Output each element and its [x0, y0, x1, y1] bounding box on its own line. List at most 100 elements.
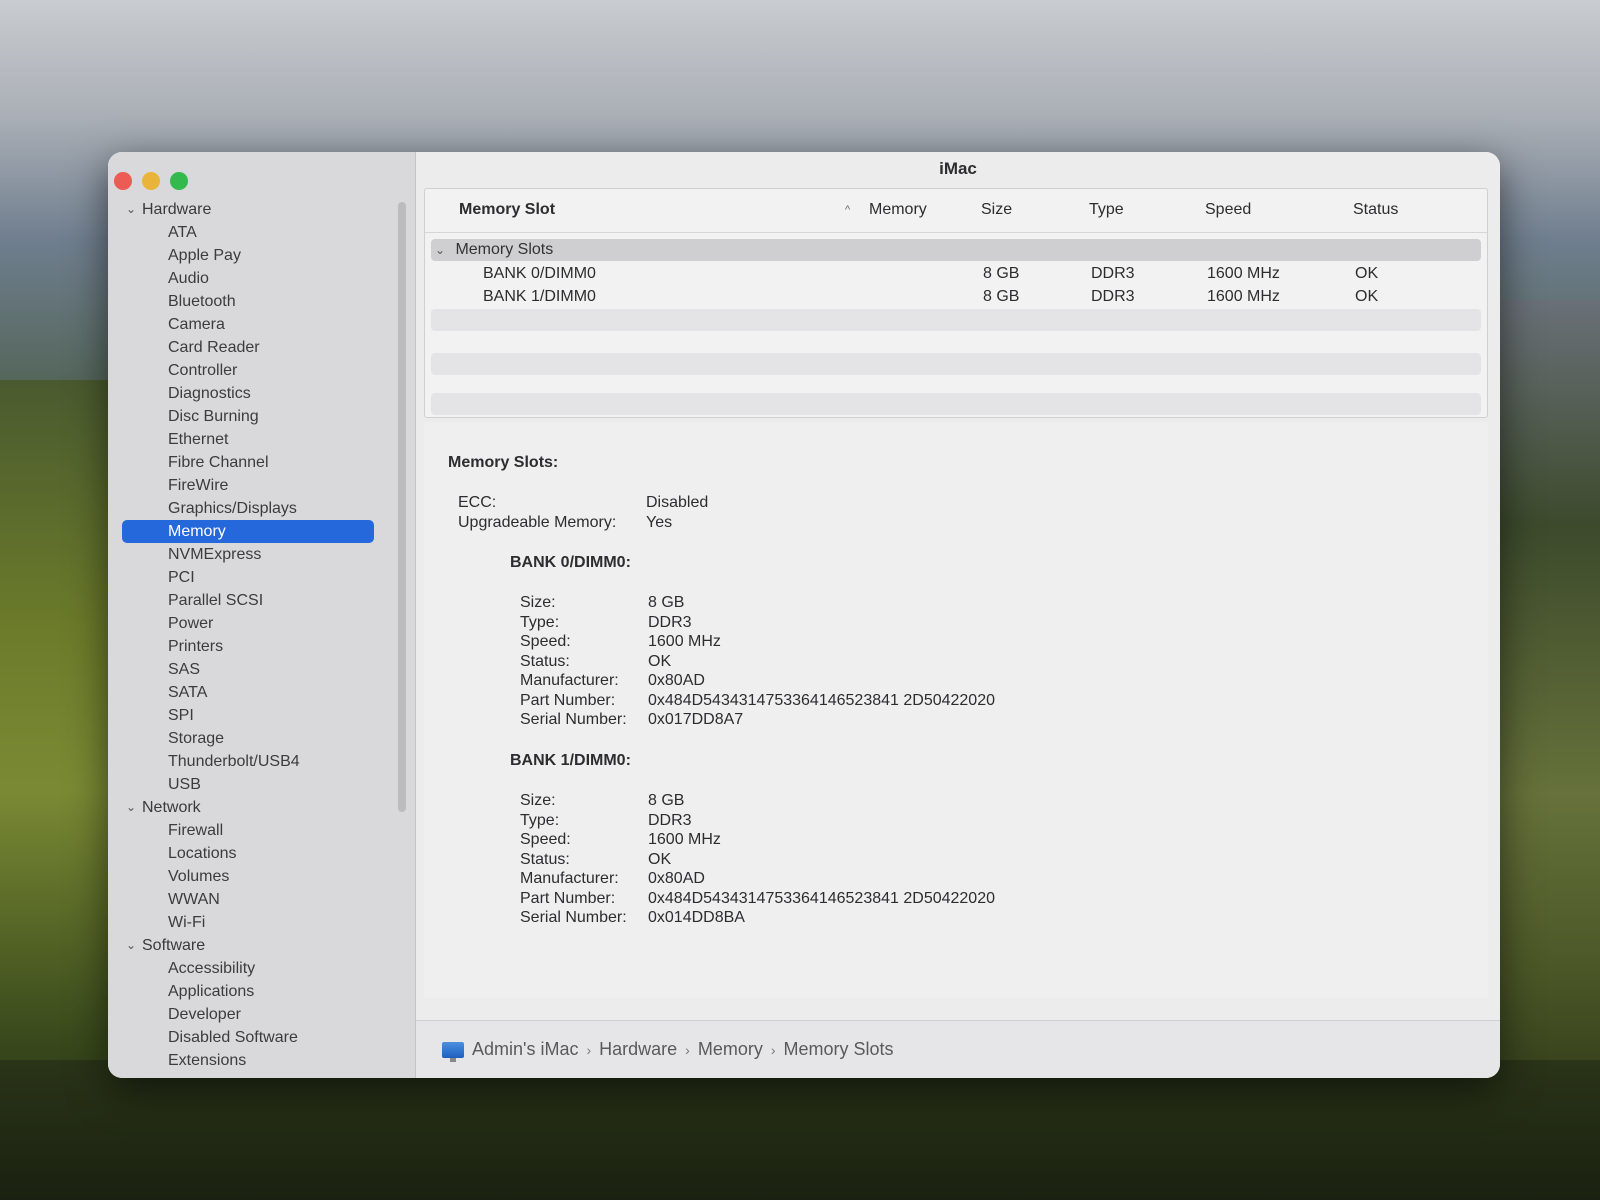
ecc-row: ECC: Disabled [458, 494, 708, 512]
table-group-memory-slots[interactable]: ⌄ Memory Slots [431, 239, 1481, 261]
col-size[interactable]: Size [981, 201, 1012, 219]
sidebar-item-sas[interactable]: SAS [122, 658, 402, 681]
field-value: 1600 MHz [648, 831, 721, 848]
col-speed[interactable]: Speed [1205, 201, 1251, 219]
col-type[interactable]: Type [1089, 201, 1124, 219]
chevron-down-icon[interactable]: ⌄ [126, 198, 142, 221]
sidebar-item-card-reader[interactable]: Card Reader [122, 336, 402, 359]
path-bar: Admin's iMac › Hardware › Memory › Memory Slot… [416, 1020, 1500, 1078]
table-row[interactable]: BANK 0/DIMM0 8 GB DDR3 1600 MHz OK [425, 263, 1489, 285]
path-item[interactable]: Admin's iMac [472, 1039, 578, 1060]
sidebar-item-controller[interactable]: Controller [122, 359, 402, 382]
bank-field-row: Part Number: 0x484D5434314753364146523841… [520, 890, 995, 908]
sidebar-item-firewire[interactable]: FireWire [122, 474, 402, 497]
chevron-down-icon: ⌄ [435, 243, 446, 257]
sidebar-item-storage[interactable]: Storage [122, 727, 402, 750]
col-memory[interactable]: Memory [869, 201, 927, 219]
bank-field-row: Type: DDR3 [520, 812, 692, 830]
sidebar-list: ⌄ Hardware ATA Apple Pay Audio Bluetooth Camer… [122, 198, 402, 1072]
field-label: Manufacturer: [520, 870, 619, 887]
cell-size: 8 GB [983, 288, 1020, 305]
field-label: Status: [520, 652, 570, 670]
sidebar-item-usb[interactable]: USB [122, 773, 402, 796]
ecc-value: Disabled [646, 494, 709, 511]
bank-field-row: Manufacturer: 0x80AD [520, 672, 705, 690]
field-value: 0x017DD8A7 [648, 711, 744, 728]
sidebar-group-network[interactable]: ⌄ Network [122, 796, 402, 819]
path-item[interactable]: Hardware [599, 1039, 677, 1060]
sidebar-item-nvmexpress[interactable]: NVMExpress [122, 543, 402, 566]
sidebar-item-developer[interactable]: Developer [122, 1003, 402, 1026]
window-controls [114, 172, 188, 190]
bank-field-row: Status: OK [520, 653, 671, 671]
sidebar-item-applications[interactable]: Applications [122, 980, 402, 1003]
bank-title: BANK 1/DIMM0: [510, 752, 631, 769]
cell-speed: 1600 MHz [1207, 288, 1280, 305]
sidebar-group-hardware[interactable]: ⌄ Hardware [122, 198, 402, 221]
field-label: Status: [520, 850, 570, 868]
field-label: Type: [520, 613, 560, 631]
field-label: Part Number: [520, 691, 616, 709]
sidebar-item-sata[interactable]: SATA [122, 681, 402, 704]
cell-slot: BANK 1/DIMM0 [483, 288, 596, 305]
sidebar-item-parallel-scsi[interactable]: Parallel SCSI [122, 589, 402, 612]
sidebar: ⌄ Hardware ATA Apple Pay Audio Bluetooth Camer… [108, 152, 416, 1078]
cell-size: 8 GB [983, 265, 1020, 282]
empty-row [431, 353, 1481, 375]
field-value: OK [648, 652, 672, 670]
chevron-right-icon: › [685, 1041, 690, 1058]
sidebar-item-apple-pay[interactable]: Apple Pay [122, 244, 402, 267]
sidebar-item-diagnostics[interactable]: Diagnostics [122, 382, 402, 405]
field-label: Type: [520, 811, 560, 829]
upgradeable-label: Upgradeable Memory: [458, 514, 617, 531]
sidebar-item-wwan[interactable]: WWAN [122, 888, 402, 911]
close-button[interactable] [114, 172, 132, 190]
field-label: Speed: [520, 831, 571, 848]
sidebar-item-memory[interactable]: Memory [122, 520, 374, 543]
path-item[interactable]: Memory Slots [784, 1039, 894, 1060]
field-value: 0x014DD8BA [648, 909, 745, 926]
sidebar-group-software[interactable]: ⌄ Software [122, 934, 402, 957]
sidebar-item-ata[interactable]: ATA [122, 221, 402, 244]
sidebar-scrollbar[interactable] [398, 202, 406, 812]
minimize-button[interactable] [142, 172, 160, 190]
sidebar-item-locations[interactable]: Locations [122, 842, 402, 865]
group-label: Memory Slots [455, 241, 554, 258]
field-value: 0x80AD [648, 672, 705, 689]
sidebar-item-firewall[interactable]: Firewall [122, 819, 402, 842]
zoom-button[interactable] [170, 172, 188, 190]
detail-pane: Memory Slots: ECC: Disabled Upgradeable … [424, 422, 1488, 998]
col-memory-slot[interactable]: Memory Slot [459, 201, 555, 219]
sidebar-item-bluetooth[interactable]: Bluetooth [122, 290, 402, 313]
sidebar-item-extensions[interactable]: Extensions [122, 1049, 402, 1072]
table-row[interactable]: BANK 1/DIMM0 8 GB DDR3 1600 MHz OK [425, 286, 1489, 308]
table-header: Memory Slot ^ Memory Size Type Speed Sta… [425, 189, 1487, 233]
sidebar-item-camera[interactable]: Camera [122, 313, 402, 336]
sidebar-item-pci[interactable]: PCI [122, 566, 402, 589]
ecc-label: ECC: [458, 494, 497, 511]
sidebar-item-thunderbolt-usb4[interactable]: Thunderbolt/USB4 [122, 750, 402, 773]
sidebar-item-audio[interactable]: Audio [122, 267, 402, 290]
path-item[interactable]: Memory [698, 1039, 763, 1060]
chevron-down-icon[interactable]: ⌄ [126, 934, 142, 957]
col-status[interactable]: Status [1353, 201, 1398, 219]
sidebar-item-power[interactable]: Power [122, 612, 402, 635]
sidebar-item-spi[interactable]: SPI [122, 704, 402, 727]
sidebar-item-disc-burning[interactable]: Disc Burning [122, 405, 402, 428]
system-information-window: ⌄ Hardware ATA Apple Pay Audio Bluetooth Camer… [108, 152, 1500, 1078]
sidebar-item-disabled-software[interactable]: Disabled Software [122, 1026, 402, 1049]
bank-field-row: Status: OK [520, 851, 671, 869]
chevron-down-icon[interactable]: ⌄ [126, 796, 142, 819]
sidebar-item-printers[interactable]: Printers [122, 635, 402, 658]
sidebar-item-wi-fi[interactable]: Wi-Fi [122, 911, 402, 934]
sidebar-item-volumes[interactable]: Volumes [122, 865, 402, 888]
bank-field-row: Serial Number: 0x014DD8BA [520, 909, 745, 927]
upgradeable-row: Upgradeable Memory: Yes [458, 514, 672, 532]
empty-row [431, 393, 1481, 415]
sidebar-item-fibre-channel[interactable]: Fibre Channel [122, 451, 402, 474]
sidebar-item-accessibility[interactable]: Accessibility [122, 957, 402, 980]
sidebar-item-ethernet[interactable]: Ethernet [122, 428, 402, 451]
upgradeable-value: Yes [646, 514, 673, 531]
sidebar-item-graphics-displays[interactable]: Graphics/Displays [122, 497, 402, 520]
wallpaper-bottom [0, 1060, 1600, 1200]
